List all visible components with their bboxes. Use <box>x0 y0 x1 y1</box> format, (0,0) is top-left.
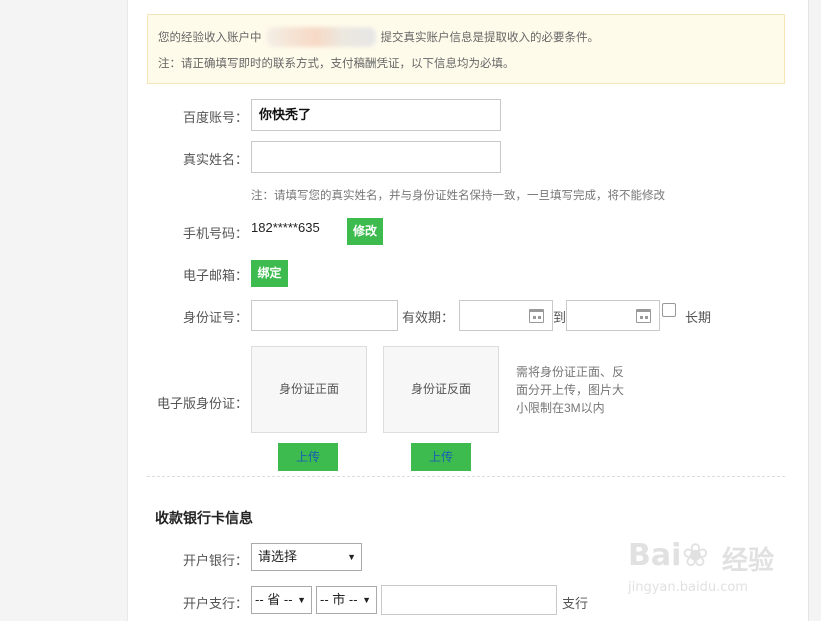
notice-box: 您的经验收入账户中 提交真实账户信息是提取收入的必要条件。 注：请正确填写即时的联… <box>147 14 785 84</box>
modify-phone-button[interactable]: 修改 <box>347 218 383 245</box>
notice-line-2: 注：请正确填写即时的联系方式，支付稿酬凭证，以下信息均为必填。 <box>158 58 515 70</box>
dropdown-arrow-icon: ▼ <box>362 595 371 605</box>
dropdown-arrow-icon: ▼ <box>347 552 356 562</box>
id-back-upload-area[interactable]: 身份证反面 <box>383 346 499 433</box>
id-number-input[interactable] <box>251 300 398 331</box>
email-label: 电子邮箱： <box>183 268 249 283</box>
calendar-icon[interactable] <box>636 309 651 323</box>
validity-label: 有效期： <box>402 310 455 325</box>
validity-end-date[interactable] <box>566 300 660 331</box>
baidu-account-field[interactable]: 你快秃了 <box>251 99 501 131</box>
baidu-jingyan-watermark: Bai ❀ 经验 jingyan.baidu.com <box>628 528 808 608</box>
section-divider <box>147 476 785 477</box>
phone-value: 182*****635 <box>251 220 320 235</box>
id-front-upload-area[interactable]: 身份证正面 <box>251 346 367 433</box>
city-select-value: -- 市 -- <box>320 592 358 607</box>
long-term-checkbox[interactable] <box>662 303 676 317</box>
branch-label: 开户支行： <box>183 596 249 611</box>
bank-select-value: 请选择 <box>258 549 298 564</box>
watermark-brand-left: Bai <box>628 538 682 573</box>
province-select[interactable]: -- 省 -- ▼ <box>251 586 312 614</box>
to-label: 到 <box>553 310 567 325</box>
bank-label: 开户银行： <box>183 553 249 568</box>
id-upload-hint-2: 面分开上传，图片大 <box>516 383 625 397</box>
bank-select[interactable]: 请选择 ▼ <box>251 543 362 571</box>
id-number-label: 身份证号： <box>183 310 249 325</box>
notice-line-1-prefix: 您的经验收入账户中 <box>158 32 262 44</box>
scrollbar-gutter <box>808 0 821 621</box>
notice-line-1: 您的经验收入账户中 提交真实账户信息是提取收入的必要条件。 <box>158 29 599 45</box>
id-upload-hint-1: 需将身份证正面、反 <box>516 365 625 379</box>
bank-section-title: 收款银行卡信息 <box>155 510 253 526</box>
real-name-input[interactable] <box>251 141 501 173</box>
notice-line-1-suffix: 提交真实账户信息是提取收入的必要条件。 <box>380 32 600 44</box>
baidu-account-label: 百度账号： <box>183 110 249 125</box>
branch-suffix-label: 支行 <box>562 596 589 611</box>
real-name-hint: 注：请填写您的真实姓名，并与身份证姓名保持一致，一旦填写完成，将不能修改 <box>251 190 665 202</box>
real-name-label: 真实姓名： <box>183 152 249 167</box>
dropdown-arrow-icon: ▼ <box>297 595 306 605</box>
paw-icon: ❀ <box>682 536 709 574</box>
upload-front-button[interactable]: 上传 <box>278 443 338 471</box>
watermark-url: jingyan.baidu.com <box>628 580 748 595</box>
branch-input[interactable] <box>381 585 557 615</box>
id-upload-hint-3: 小限制在3M以内 <box>516 401 605 415</box>
calendar-icon[interactable] <box>529 309 544 323</box>
electronic-id-label: 电子版身份证： <box>157 396 249 411</box>
validity-start-date[interactable] <box>459 300 553 331</box>
city-select[interactable]: -- 市 -- ▼ <box>316 586 377 614</box>
watermark-brand-right: 经验 <box>722 546 775 576</box>
redacted-blur <box>266 27 376 47</box>
province-select-value: -- 省 -- <box>255 592 293 607</box>
bind-email-button[interactable]: 绑定 <box>251 260 288 287</box>
long-term-label: 长期 <box>685 310 712 325</box>
phone-label: 手机号码： <box>183 226 249 241</box>
upload-back-button[interactable]: 上传 <box>411 443 471 471</box>
